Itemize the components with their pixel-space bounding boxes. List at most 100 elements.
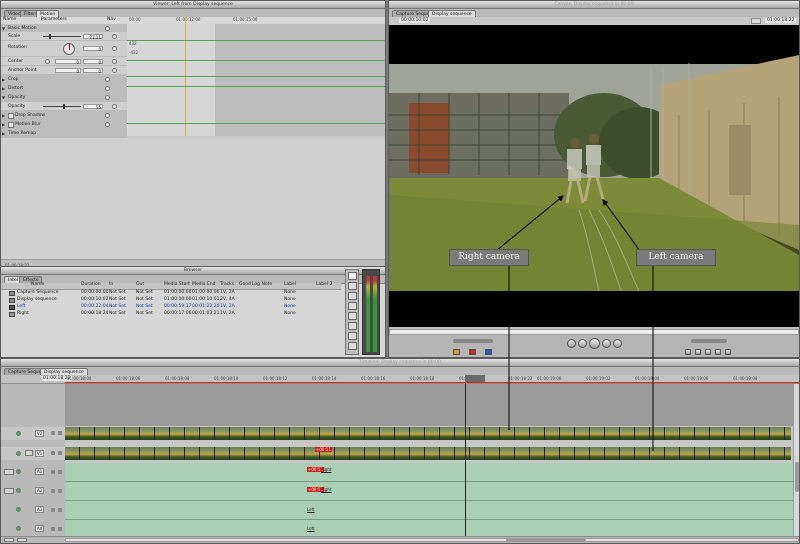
anchor-x-field[interactable]: 0 [55,68,81,74]
clip-left-audio-1[interactable]: Left [307,507,315,512]
row-motion-blur[interactable]: ▶ Motion Blur [1,120,127,129]
enable-checkbox[interactable] [8,113,14,119]
timeline-titlebar[interactable]: Timeline: Display sequence in 00:00 [1,359,799,367]
insert-edit-button[interactable] [453,349,460,355]
keyframe-icon[interactable] [112,68,117,73]
list-item[interactable]: Capture Sequence 00:00:00:00 Not Set Not… [1,290,341,297]
tab-display-sequence[interactable]: Display sequence [428,10,476,17]
auto-select-icon[interactable] [58,470,62,474]
add-marker-button[interactable] [705,349,711,355]
rotation-dial[interactable] [63,43,75,55]
track-label[interactable]: A3 [35,506,45,513]
lock-icon[interactable] [51,470,55,474]
row-distort[interactable]: ▶ Distort [1,84,127,93]
list-item[interactable]: Left 00:00:22:04 Not Set Not Set 00:00:5… [1,304,341,311]
tab-display-sequence[interactable]: Display sequence [40,368,88,375]
audible-icon[interactable] [16,507,21,512]
reset-icon[interactable] [105,26,110,31]
clip-left-audio-2[interactable]: Left [307,526,315,531]
keyframe-icon[interactable] [112,104,117,109]
col-good[interactable]: Good [239,282,251,288]
col-label-2[interactable]: Label 2 [316,282,332,288]
track-select-tool-icon[interactable] [348,292,357,300]
track-visibility-icon[interactable] [16,431,21,436]
disclosure-closed-icon[interactable]: ▶ [2,131,5,137]
col-name[interactable]: Name [31,282,44,288]
center-x-field[interactable]: 0 [55,59,81,65]
row-time-remap[interactable]: ▶ Time Remap [1,129,127,138]
center-y-field[interactable]: 0 [83,59,103,65]
clip-right-audio-1[interactable]: Right [321,467,332,472]
lock-icon[interactable] [51,489,55,493]
opacity-slider[interactable] [43,106,81,107]
reset-icon[interactable] [105,122,110,127]
track-label[interactable]: A2 [35,487,45,494]
play-button[interactable] [589,338,600,349]
disclosure-closed-icon[interactable]: ▶ [2,77,5,83]
disclosure-closed-icon[interactable]: ▶ [2,122,5,128]
col-out[interactable]: Out [136,282,144,288]
timeline-playhead[interactable] [465,383,466,536]
opacity-field[interactable]: 55 [83,104,103,110]
tab-motion[interactable]: Motion [36,10,60,17]
row-crop[interactable]: ▶ Crop [1,75,127,84]
auto-select-icon[interactable] [58,527,62,531]
rotation-field[interactable]: 0 [83,46,103,52]
play-around-button[interactable] [602,339,611,348]
clip-right-video[interactable] [65,427,791,440]
add-keyframe-button[interactable] [725,349,731,355]
clip-right-audio-2[interactable]: Right [321,487,332,492]
scroll-thumb[interactable] [795,462,799,492]
audible-icon[interactable] [16,469,21,474]
timeline-scrollbar[interactable] [793,384,799,536]
col-media-end[interactable]: Media End [192,282,216,288]
keyframe-icon[interactable] [112,34,117,39]
source-patch-icon[interactable] [4,469,14,475]
zoom-tool-icon[interactable] [348,332,357,340]
opacity-slider-thumb[interactable] [63,104,65,109]
match-frame-button[interactable] [715,349,721,355]
reset-icon[interactable] [105,77,110,82]
zoom-popup[interactable] [751,18,761,24]
reset-icon[interactable] [105,86,110,91]
viewer-titlebar[interactable]: Viewer: Left from Display sequence [1,1,385,9]
jog-control[interactable] [691,339,727,343]
audible-icon[interactable] [16,488,21,493]
col-media-start[interactable]: Media Start [164,282,190,288]
track-label[interactable]: V1 [35,450,45,457]
col-label[interactable]: Label [284,282,296,288]
shuttle-control[interactable] [453,339,493,343]
lock-icon[interactable] [51,451,55,455]
edit-select-tool-icon[interactable] [348,282,357,290]
keyframe-toggle-icon[interactable] [17,538,27,542]
auto-select-icon[interactable] [58,431,62,435]
keyframe-icon[interactable] [112,46,117,51]
col-tracks[interactable]: Tracks [220,282,234,288]
disclosure-closed-icon[interactable]: ▶ [2,86,5,92]
roll-tool-icon[interactable] [348,302,357,310]
timeline-zoom-slider[interactable] [65,538,799,542]
enable-checkbox[interactable] [8,122,14,128]
scale-slider-thumb[interactable] [49,34,51,39]
crop-tool-icon[interactable] [348,342,357,350]
list-item[interactable]: Display sequence 00:00:10:02 Not Set Not… [1,297,341,304]
timecode-current[interactable]: 01:00:18:22 [765,18,797,23]
razor-tool-icon[interactable] [348,322,357,330]
previous-edit-button[interactable] [567,339,576,348]
clip-left-video[interactable] [65,447,791,460]
reset-icon[interactable] [105,113,110,118]
next-edit-button[interactable] [613,339,622,348]
audible-icon[interactable] [16,526,21,531]
mark-in-button[interactable] [685,349,691,355]
auto-select-icon[interactable] [58,489,62,493]
auto-select-icon[interactable] [58,508,62,512]
source-patch-icon[interactable] [4,488,14,494]
col-log-note[interactable]: Log Note [252,282,272,288]
col-in[interactable]: In [109,282,113,288]
overwrite-edit-button[interactable] [469,349,476,355]
row-drop-shadow[interactable]: ▶ Drop Shadow [1,111,127,120]
lock-icon[interactable] [51,527,55,531]
track-label[interactable]: A4 [35,525,45,532]
source-patch-icon[interactable] [25,450,33,456]
keyframe-icon[interactable] [112,59,117,64]
